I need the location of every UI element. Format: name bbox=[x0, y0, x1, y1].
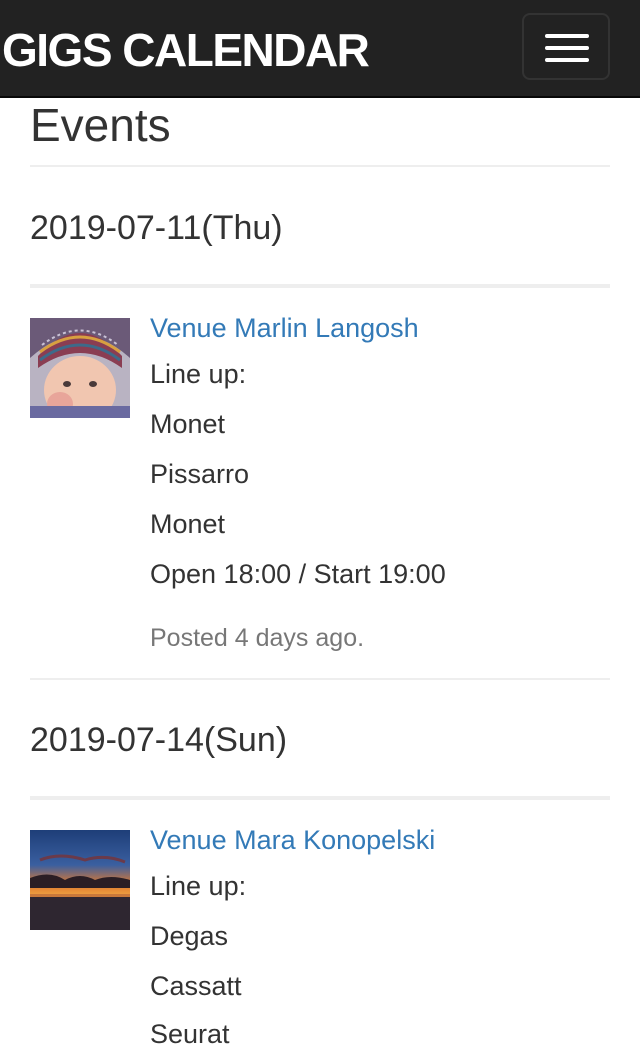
page-title: Events bbox=[30, 99, 171, 151]
artist-name: Seurat bbox=[150, 1019, 230, 1049]
navbar: GIGS CALENDAR bbox=[0, 0, 640, 98]
artist-name: Monet bbox=[150, 409, 226, 439]
lineup-label: Line up: bbox=[150, 359, 247, 389]
hamburger-menu-icon-bar bbox=[545, 46, 589, 50]
brand-title[interactable]: GIGS CALENDAR bbox=[2, 24, 370, 76]
event-times: Open 18:00 / Start 19:00 bbox=[150, 559, 446, 589]
divider bbox=[30, 165, 610, 167]
divider bbox=[30, 284, 610, 288]
venue-link[interactable]: Venue Mara Konopelski bbox=[150, 824, 435, 856]
artist-name: Monet bbox=[150, 509, 226, 539]
event-date-heading: 2019-07-14(Sun) bbox=[30, 721, 288, 759]
hamburger-menu-icon bbox=[545, 34, 589, 38]
child-photo-image bbox=[30, 318, 130, 418]
artist-name: Degas bbox=[150, 921, 229, 951]
artist-name: Pissarro bbox=[150, 459, 250, 489]
posted-timestamp: Posted 4 days ago. bbox=[150, 624, 365, 652]
artist-name: Cassatt bbox=[150, 971, 242, 1001]
event-thumbnail bbox=[30, 830, 130, 930]
menu-toggle-button[interactable] bbox=[522, 13, 610, 80]
sunset-photo-image bbox=[30, 830, 130, 930]
lineup-label: Line up: bbox=[150, 871, 247, 901]
divider bbox=[30, 678, 610, 680]
venue-link[interactable]: Venue Marlin Langosh bbox=[150, 312, 419, 344]
event-date-heading: 2019-07-11(Thu) bbox=[30, 209, 283, 247]
divider bbox=[30, 796, 610, 800]
hamburger-menu-icon-bar bbox=[545, 58, 589, 62]
event-thumbnail bbox=[30, 318, 130, 418]
